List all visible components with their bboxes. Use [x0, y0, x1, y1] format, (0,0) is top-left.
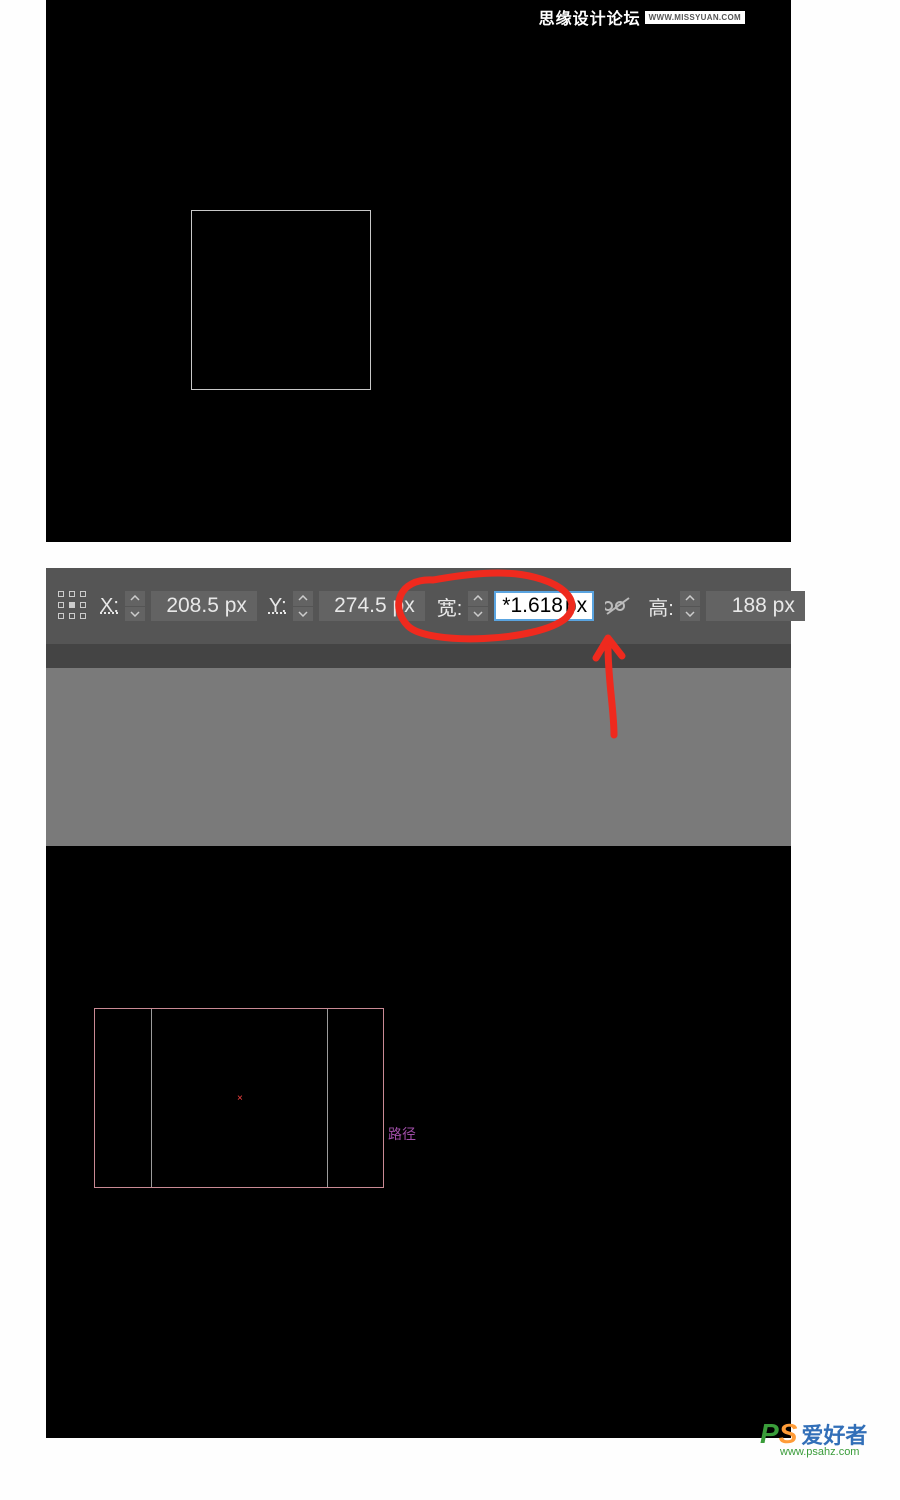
chevron-up-icon[interactable]: [125, 591, 145, 606]
y-input[interactable]: 274.5 px: [319, 591, 425, 621]
canvas-artboard: [46, 668, 791, 846]
link-dimensions-icon[interactable]: [604, 592, 632, 620]
chevron-down-icon[interactable]: [125, 607, 145, 622]
height-label: 高:: [648, 592, 674, 621]
x-label: X:: [100, 595, 119, 618]
y-label: Y:: [269, 595, 287, 618]
watermark-cn: 爱好者: [801, 1423, 867, 1448]
width-value-prefix: *1.618: [502, 594, 563, 618]
y-spinner[interactable]: [293, 591, 313, 621]
toolbar-sub: [46, 644, 791, 668]
reference-point-icon[interactable]: [58, 591, 88, 621]
chevron-down-icon[interactable]: [293, 607, 313, 622]
width-label: 宽:: [437, 592, 463, 621]
path-label: 路径: [388, 1124, 416, 1144]
width-spinner[interactable]: [468, 591, 488, 621]
center-cross-icon: ×: [237, 1096, 243, 1102]
watermark-bottom: PS爱好者 www.psahz.com: [760, 1418, 900, 1468]
chevron-up-icon[interactable]: [293, 591, 313, 606]
watermark-top-url: WWW.MISSYUAN.COM: [645, 11, 745, 24]
x-input[interactable]: 208.5 px: [151, 591, 257, 621]
square-shape: [191, 210, 371, 390]
chevron-up-icon[interactable]: [468, 591, 488, 606]
chevron-down-icon[interactable]: [468, 607, 488, 622]
width-value-suffix: px: [565, 594, 587, 618]
x-spinner[interactable]: [125, 591, 145, 621]
watermark-s: S: [779, 1418, 798, 1449]
selection-rectangle[interactable]: ×: [94, 1008, 384, 1188]
width-input[interactable]: *1.618 px: [494, 591, 594, 621]
canvas-top: 思缘设计论坛 WWW.MISSYUAN.COM: [46, 0, 791, 542]
height-input[interactable]: 188 px: [706, 591, 805, 621]
watermark-p: P: [760, 1418, 779, 1449]
chevron-down-icon[interactable]: [680, 607, 700, 622]
height-spinner[interactable]: [680, 591, 700, 621]
canvas-black: × 路径: [46, 846, 791, 1438]
watermark-top-text: 思缘设计论坛: [539, 5, 641, 29]
watermark-top: 思缘设计论坛 WWW.MISSYUAN.COM: [539, 5, 745, 29]
guide-line-left: [151, 1009, 152, 1187]
watermark-url: www.psahz.com: [780, 1446, 900, 1458]
options-bar: X: 208.5 px Y: 274.5 px 宽: *1.618 px: [46, 568, 791, 644]
guide-line-right: [327, 1009, 328, 1187]
canvas-bottom-panel: X: 208.5 px Y: 274.5 px 宽: *1.618 px: [46, 568, 791, 1438]
chevron-up-icon[interactable]: [680, 591, 700, 606]
